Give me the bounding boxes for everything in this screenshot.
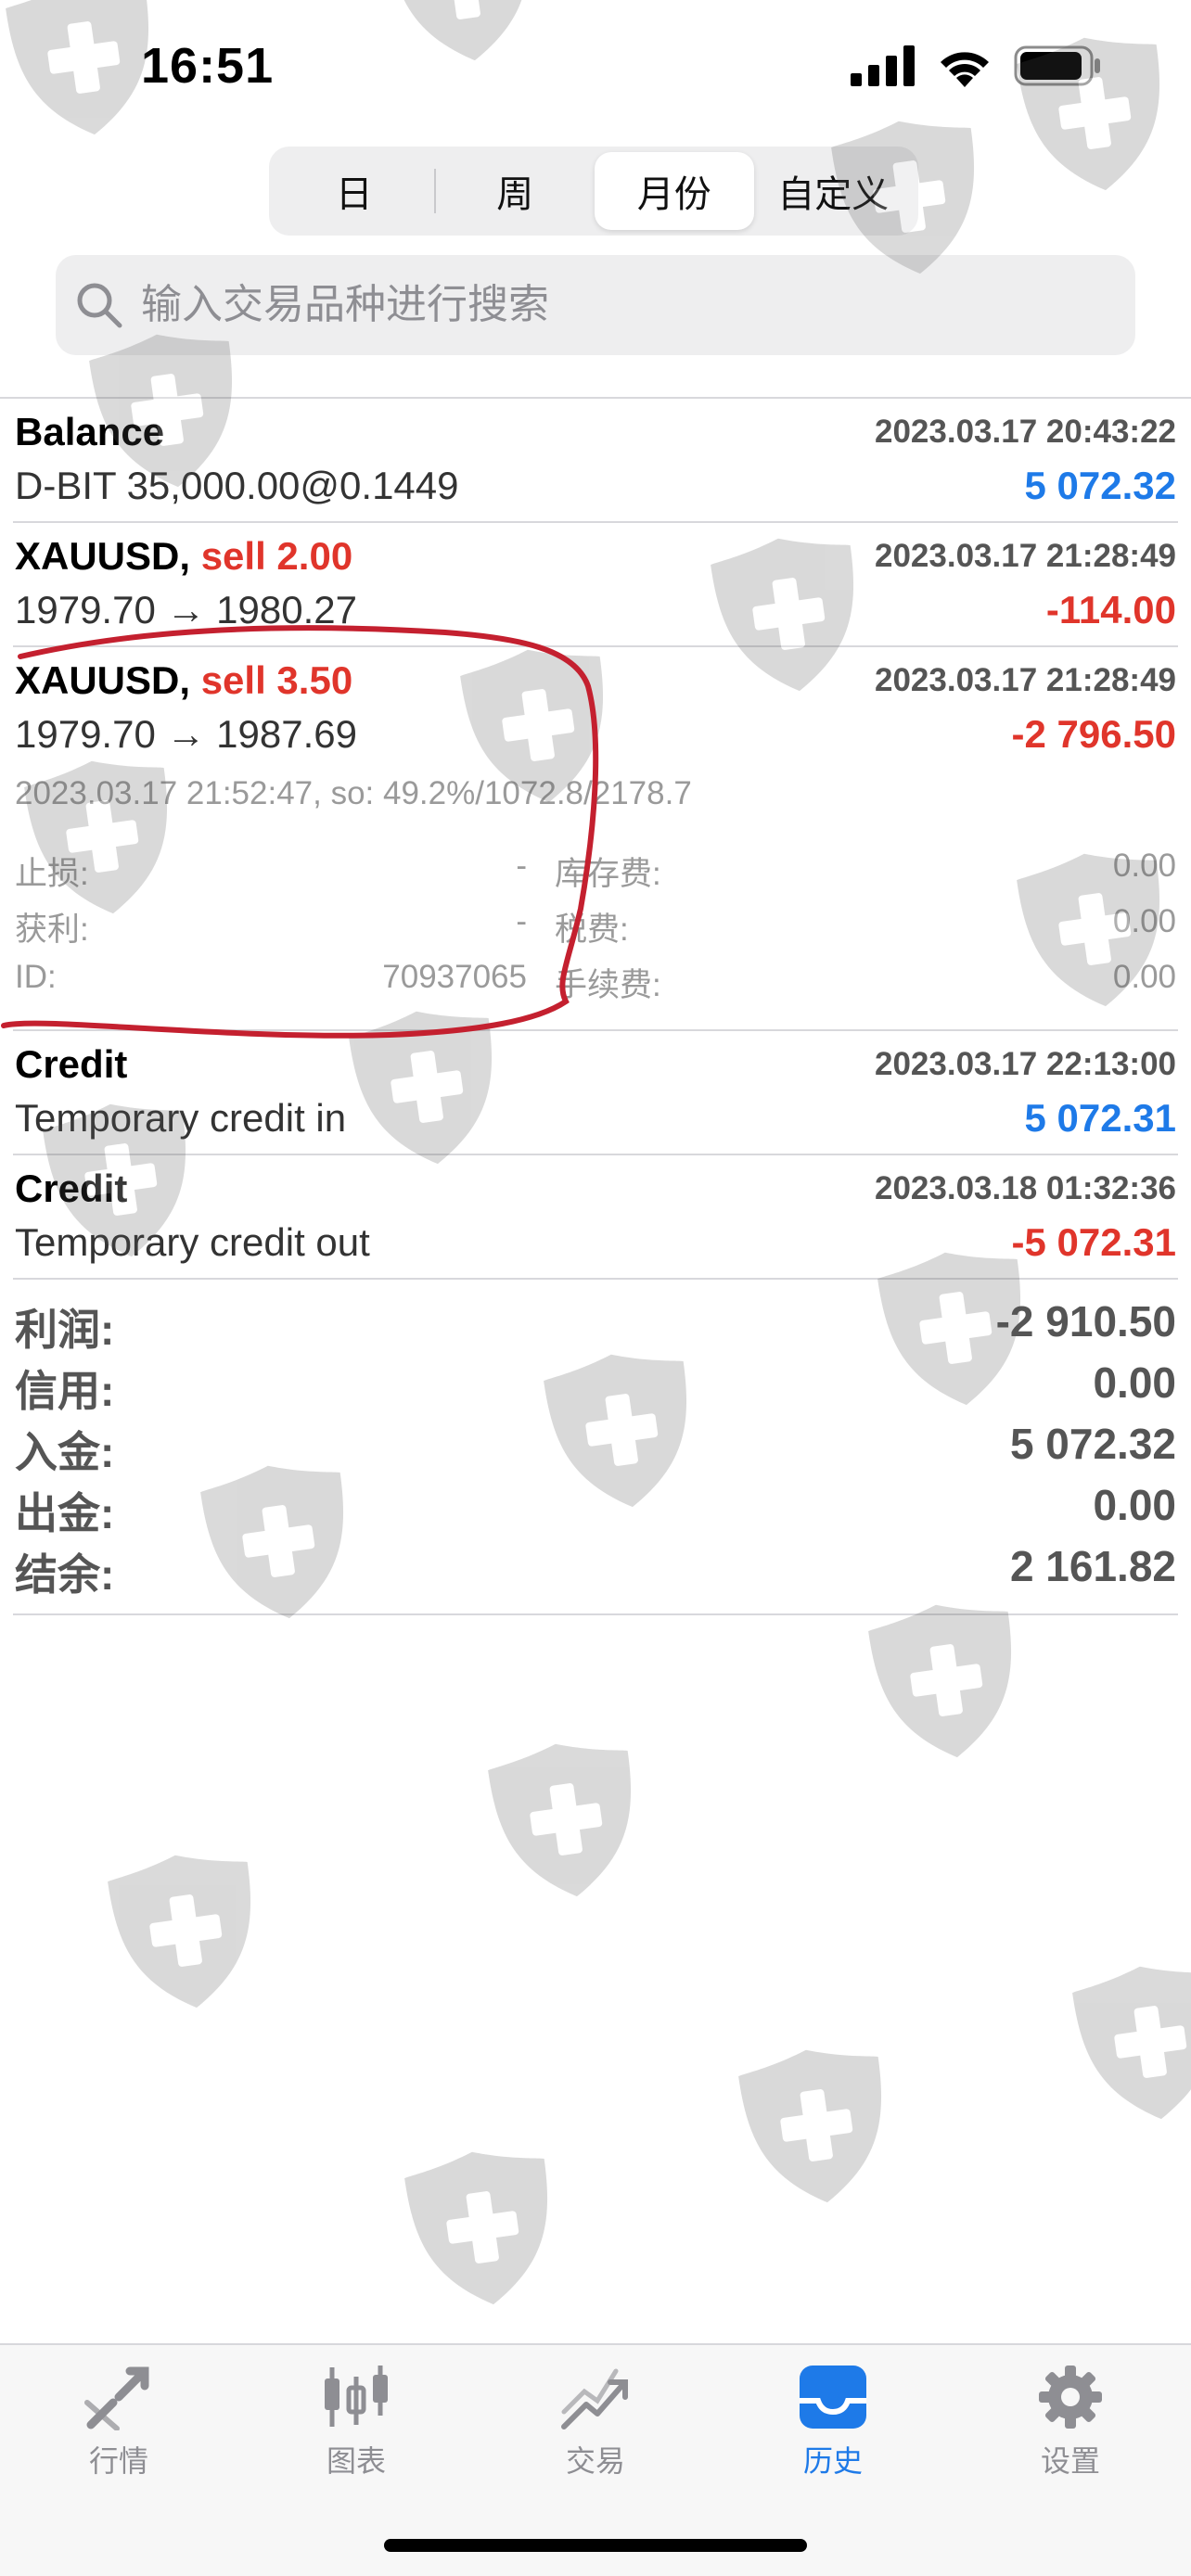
trade-row-expanded[interactable]: XAUUSD, sell 3.50 2023.03.17 21:28:49 19…	[0, 647, 1191, 770]
tab-history[interactable]: 历史	[768, 2364, 898, 2480]
balance-label: 结余:	[15, 1550, 115, 1599]
watermark-shield-icon	[1072, 1966, 1191, 2120]
row-title: Credit	[15, 1167, 128, 1210]
tab-label: 交易	[565, 2444, 625, 2478]
tab-settings[interactable]: 设置	[1005, 2364, 1135, 2480]
commission-value: 0.00	[1112, 959, 1176, 995]
swap-value: 0.00	[1112, 848, 1176, 884]
tab-label: 历史	[802, 2444, 863, 2478]
id-label: ID:	[15, 959, 57, 995]
search-icon	[77, 283, 122, 328]
status-icons	[851, 45, 1103, 87]
deposit-label: 入金:	[15, 1428, 115, 1476]
tab-label: 行情	[88, 2444, 148, 2478]
trade-action: sell 2.00	[200, 534, 353, 578]
quotes-icon	[84, 2366, 149, 2430]
segment-custom[interactable]: 自定义	[754, 152, 914, 230]
status-time: 16:51	[141, 38, 275, 94]
row-title: XAUUSD, sell 3.50	[15, 658, 352, 703]
withdrawal-label: 出金:	[15, 1489, 115, 1537]
stop-loss-value: -	[516, 848, 527, 884]
tax-label: 税费:	[555, 912, 629, 948]
take-profit-label: 获利:	[15, 912, 89, 948]
row-amount: 5 072.32	[1024, 464, 1177, 507]
trade-symbol: XAUUSD,	[15, 534, 191, 578]
tab-charts[interactable]: 图表	[291, 2364, 421, 2480]
divider	[13, 1613, 1178, 1615]
period-segmented-control: 日 周 月份 自定义	[269, 147, 918, 236]
segment-month[interactable]: 月份	[595, 152, 754, 230]
id-value: 70937065	[382, 959, 527, 995]
row-amount: -5 072.31	[1011, 1220, 1176, 1264]
status-bar: 16:51	[0, 0, 1191, 139]
credit-row[interactable]: Credit 2023.03.17 22:13:00 Temporary cre…	[0, 1031, 1191, 1154]
row-description: Temporary credit in	[15, 1096, 347, 1140]
watermark-shield-icon	[404, 2151, 548, 2305]
credit-label: 信用:	[15, 1367, 115, 1415]
search-input[interactable]	[141, 282, 1069, 328]
row-description: D-BIT 35,000.00@0.1449	[15, 464, 459, 507]
credit-value: 0.00	[1093, 1358, 1176, 1407]
profit-value: -2 910.50	[995, 1297, 1176, 1345]
trade-details: 2023.03.17 21:52:47, so: 49.2%/1072.8/21…	[0, 770, 1191, 1029]
row-datetime: 2023.03.18 01:32:36	[875, 1170, 1176, 1206]
watermark-shield-icon	[488, 1743, 632, 1897]
home-indicator	[384, 2539, 807, 2552]
trade-action: sell 3.50	[200, 658, 353, 702]
row-title: Balance	[15, 410, 165, 453]
row-amount: 5 072.31	[1024, 1096, 1177, 1140]
row-datetime: 2023.03.17 21:28:49	[875, 662, 1176, 698]
balance-row[interactable]: Balance 2023.03.17 20:43:22 D-BIT 35,000…	[0, 399, 1191, 521]
profit-label: 利润:	[15, 1306, 115, 1354]
tab-trade[interactable]: 交易	[531, 2364, 660, 2480]
history-list: Balance 2023.03.17 20:43:22 D-BIT 35,000…	[0, 397, 1191, 1615]
take-profit-value: -	[516, 903, 527, 939]
history-icon	[800, 2366, 866, 2429]
row-title: Credit	[15, 1042, 128, 1086]
tab-label: 设置	[1040, 2444, 1100, 2478]
trade-prices: 1979.70 → 1980.27	[15, 588, 357, 631]
trade-detail-line: 2023.03.17 21:52:47, so: 49.2%/1072.8/21…	[15, 775, 692, 811]
row-datetime: 2023.03.17 21:28:49	[875, 538, 1176, 574]
trade-icon	[561, 2368, 628, 2429]
segment-week[interactable]: 周	[436, 152, 596, 230]
withdrawal-value: 0.00	[1093, 1481, 1176, 1529]
row-description: Temporary credit out	[15, 1220, 370, 1264]
row-title: XAUUSD, sell 2.00	[15, 534, 352, 579]
battery-icon	[1014, 45, 1100, 86]
chart-icon	[325, 2366, 388, 2427]
gear-icon	[1039, 2366, 1102, 2429]
trade-row[interactable]: XAUUSD, sell 2.00 2023.03.17 21:28:49 19…	[0, 523, 1191, 645]
watermark-shield-icon	[738, 2049, 882, 2203]
row-datetime: 2023.03.17 20:43:22	[875, 414, 1176, 450]
balance-value: 2 161.82	[1009, 1542, 1176, 1590]
stop-loss-label: 止损:	[15, 856, 89, 892]
watermark-shield-icon	[868, 1604, 1012, 1758]
row-amount: -2 796.50	[1011, 712, 1176, 756]
summary-section: 利润: -2 910.50 信用: 0.00 入金: 5 072.32 出金: …	[0, 1280, 1191, 1613]
segment-day[interactable]: 日	[275, 152, 434, 230]
watermark-shield-icon	[108, 1855, 251, 2009]
deposit-value: 5 072.32	[1009, 1420, 1176, 1468]
swap-label: 库存费:	[555, 856, 661, 892]
tab-label: 图表	[326, 2444, 386, 2478]
wifi-icon	[941, 52, 989, 87]
commission-label: 手续费:	[555, 967, 661, 1003]
row-amount: -114.00	[1045, 588, 1176, 631]
cellular-signal-icon	[851, 45, 915, 86]
credit-row[interactable]: Credit 2023.03.18 01:32:36 Temporary cre…	[0, 1155, 1191, 1278]
row-datetime: 2023.03.17 22:13:00	[875, 1046, 1176, 1082]
trade-symbol: XAUUSD,	[15, 658, 191, 702]
tax-value: 0.00	[1112, 903, 1176, 939]
tab-quotes[interactable]: 行情	[54, 2364, 184, 2480]
search-bar[interactable]	[56, 255, 1135, 355]
trade-prices: 1979.70 → 1987.69	[15, 712, 357, 756]
